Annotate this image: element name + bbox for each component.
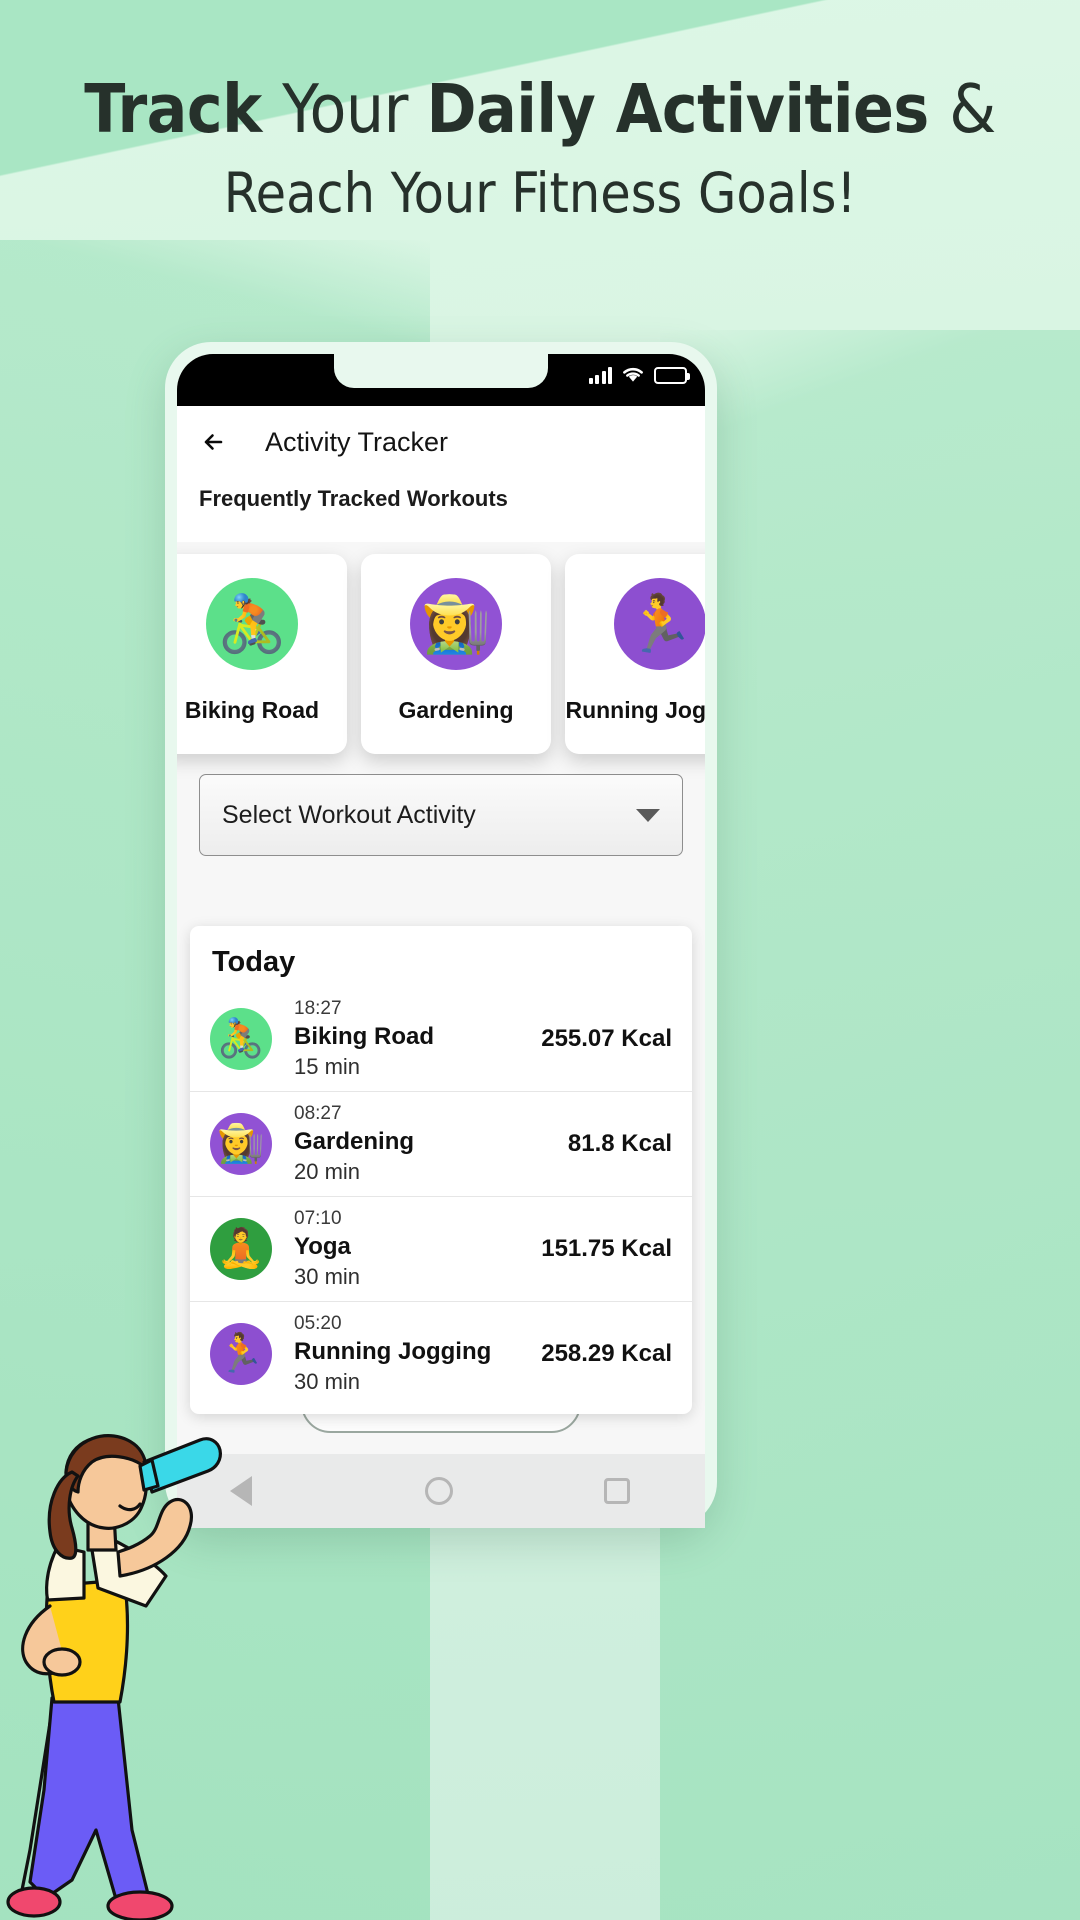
woman-drinking-water-illustration — [6, 1434, 222, 1920]
quick-card-biking[interactable]: 🚴 Biking Road — [177, 554, 347, 754]
notch — [334, 354, 548, 388]
headline-track: Track — [84, 70, 283, 148]
frequent-workouts-label: Frequently Tracked Workouts — [177, 478, 705, 542]
activity-name: Running Jogging — [294, 1338, 492, 1365]
table-row[interactable]: 🏃 05:20 Running Jogging 30 min 258.29 Kc… — [190, 1302, 692, 1406]
headline-ampersand: & — [949, 70, 996, 148]
activity-info: 07:10 Yoga 30 min — [294, 1208, 541, 1290]
nav-home-icon[interactable] — [424, 1477, 453, 1505]
activity-calories: 258.29 Kcal — [541, 1340, 672, 1367]
headline-your: Your — [282, 70, 427, 148]
headline-daily-activities: Daily Activities — [426, 70, 950, 148]
activity-calories: 255.07 Kcal — [541, 1025, 672, 1052]
quick-card-label: Biking Road — [184, 697, 320, 723]
gardening-icon: 👩‍🌾 — [410, 578, 502, 670]
yoga-icon: 🧘 — [210, 1218, 272, 1280]
headline-line-1: Track Your Daily Activities & — [0, 70, 1080, 149]
signal-bars-icon — [588, 366, 612, 384]
activity-info: 08:27 Gardening 20 min — [294, 1103, 568, 1185]
nav-recents-icon[interactable] — [603, 1478, 630, 1504]
quick-card-running[interactable]: 🏃 Running Jogging — [565, 554, 705, 754]
page-title: Activity Tracker — [265, 426, 449, 457]
workout-select-wrap: Select Workout Activity — [177, 774, 705, 856]
wifi-icon — [623, 367, 643, 382]
background-wedge-right — [660, 330, 1080, 1920]
activity-info: 05:20 Running Jogging 30 min — [294, 1313, 541, 1395]
activity-time: 08:27 — [294, 1103, 342, 1124]
quick-card-gardening[interactable]: 👩‍🌾 Gardening — [361, 554, 551, 754]
activity-duration: 30 min — [294, 1264, 361, 1289]
activity-calories: 151.75 Kcal — [541, 1235, 672, 1262]
phone-screen: Activity Tracker Frequently Tracked Work… — [177, 354, 705, 1528]
activity-calories: 81.8 Kcal — [567, 1130, 672, 1157]
select-workout-activity-dropdown[interactable]: Select Workout Activity — [199, 774, 683, 856]
table-row[interactable]: 👩‍🌾 08:27 Gardening 20 min 81.8 Kcal — [190, 1092, 692, 1197]
activity-name: Biking Road — [294, 1023, 435, 1050]
activity-time: 18:27 — [294, 998, 342, 1019]
quick-card-label: Running Jogging — [565, 697, 705, 723]
activity-time: 07:10 — [294, 1208, 342, 1229]
activity-duration: 30 min — [294, 1369, 361, 1394]
table-row[interactable]: 🚴 18:27 Biking Road 15 min 255.07 Kcal — [190, 987, 692, 1092]
activity-duration: 15 min — [294, 1054, 361, 1079]
status-bar — [177, 354, 705, 406]
headline-line-2: Reach Your Fitness Goals! — [223, 161, 857, 226]
dropdown-value: Select Workout Activity — [222, 800, 476, 829]
activity-time: 05:20 — [294, 1313, 342, 1334]
today-title: Today — [212, 946, 296, 978]
today-activity-card: Today 🚴 18:27 Biking Road 15 min 255.07 … — [190, 926, 692, 1414]
quick-card-label: Gardening — [398, 697, 514, 723]
promo-headline: Track Your Daily Activities & Reach Your… — [0, 70, 1080, 226]
status-icons — [588, 366, 690, 384]
table-row[interactable]: 🧘 07:10 Yoga 30 min 151.75 Kcal — [190, 1197, 692, 1302]
biking-icon: 🚴 — [206, 578, 298, 670]
activity-name: Yoga — [294, 1233, 351, 1260]
battery-icon — [654, 366, 690, 384]
activity-name: Gardening — [294, 1128, 415, 1155]
running-icon: 🏃 — [614, 578, 705, 670]
quick-workout-cards: 🚴 Biking Road 👩‍🌾 Gardening 🏃 Running Jo… — [177, 554, 705, 754]
activity-info: 18:27 Biking Road 15 min — [294, 998, 541, 1080]
back-arrow-icon[interactable] — [199, 425, 233, 459]
app-bar: Activity Tracker — [177, 406, 705, 478]
activity-duration: 20 min — [294, 1159, 361, 1184]
phone-mockup: Activity Tracker Frequently Tracked Work… — [165, 342, 717, 1528]
running-icon: 🏃 — [210, 1323, 272, 1385]
gardening-icon: 👩‍🌾 — [210, 1113, 272, 1175]
chevron-down-icon[interactable] — [636, 808, 660, 822]
biking-icon: 🚴 — [210, 1008, 272, 1070]
